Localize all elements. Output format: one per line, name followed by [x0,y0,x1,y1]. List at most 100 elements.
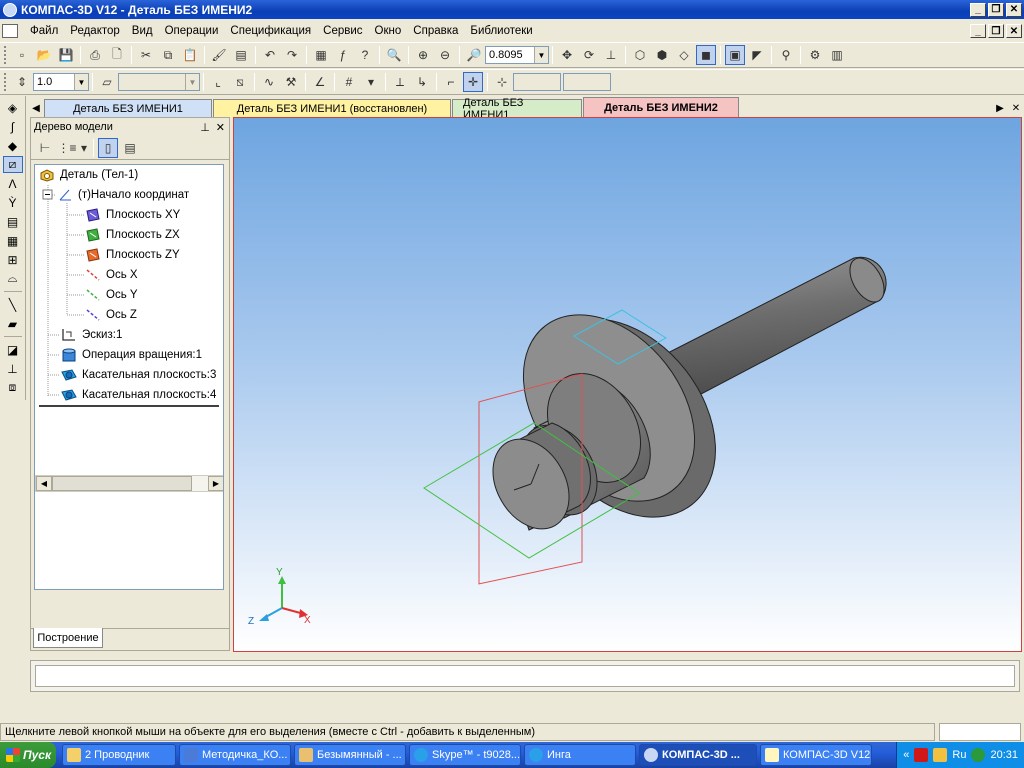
menu-service[interactable]: Сервис [317,25,368,37]
model-view[interactable]: Y X Z [234,118,1022,652]
menu-window[interactable]: Окно [369,25,408,37]
new-icon[interactable]: ▫ [12,45,32,65]
snap-icon[interactable]: ∿ [259,72,279,92]
tree-view-icon[interactable]: ▯ [98,137,118,158]
document-icon[interactable] [2,24,18,38]
chevron-down-icon[interactable]: ▼ [534,47,548,63]
curves-icon[interactable]: ∫ [3,118,23,135]
perspective-icon[interactable]: ◤ [747,45,767,65]
tree-horizontal-scrollbar[interactable]: ◀ ▶ [35,475,223,492]
ortho-icon[interactable]: ∠ [310,72,330,92]
menu-editor[interactable]: Редактор [64,25,126,37]
zoom-combo[interactable]: 0.8095 ▼ [485,46,549,64]
tree-item-tangent-plane-4[interactable]: Касательная плоскость:4 [61,385,216,405]
pin-icon[interactable]: ⊥ [200,121,210,134]
manager-icon[interactable]: ▦ [311,45,331,65]
dimensions-icon[interactable]: Ʌ [3,175,23,192]
round-icon[interactable]: ⌐ [441,72,461,92]
task-kompas-active[interactable]: КОМПАС-3D ... [639,744,757,766]
task-skype[interactable]: Skype™ - t9028... [409,744,521,766]
chevron-down-icon[interactable]: ▼ [74,74,88,90]
orientation-icon[interactable]: ⊥ [601,45,621,65]
open-icon[interactable]: 📂 [34,45,54,65]
grid-dropdown-icon[interactable]: ▾ [361,72,381,92]
arrays-icon[interactable]: ▦ [3,232,23,249]
tree-list-icon[interactable]: ▤ [120,138,140,158]
measure-icon[interactable]: ⊞ [3,251,23,268]
axis-lock-icon[interactable]: ↳ [412,72,432,92]
tree-item-part[interactable]: Деталь (Тел-1) [39,165,138,185]
surfaces-icon[interactable]: ◆ [3,137,23,154]
task-explorer[interactable]: 2 Проводник [62,744,176,766]
undo-icon[interactable]: ↶ [260,45,280,65]
menu-operations[interactable]: Операции [159,25,225,37]
tab-detail-1-restored[interactable]: Деталь БЕЗ ИМЕНИ1 (восстановлен) [213,99,451,117]
scroll-left-icon[interactable]: ◀ [36,476,52,491]
plane-select-icon[interactable]: ⧅ [230,72,250,92]
format-icon[interactable]: 🖌 [209,45,229,65]
task-chat[interactable]: Инга [524,744,636,766]
tab-detail-1-copy[interactable]: Деталь БЕЗ ИМЕНИ1 [452,97,582,121]
tree-item-revolve[interactable]: Операция вращения:1 [61,345,202,365]
sheet-metal-icon[interactable]: ⌓ [3,270,23,287]
scroll-thumb[interactable] [52,476,192,491]
redo-icon[interactable]: ↷ [282,45,302,65]
maximize-button[interactable]: ❐ [988,2,1004,17]
print-icon[interactable]: ⎙ [85,45,105,65]
chevron-down-icon[interactable]: ▾ [79,138,89,158]
tree-item-axis-x[interactable]: Ось X [85,265,138,285]
layer-icon[interactable]: ▱ [97,72,117,92]
tree-item-axis-y[interactable]: Ось Y [85,285,138,305]
start-button[interactable]: Пуск [0,742,56,768]
chevron-down-icon[interactable]: ▼ [185,74,199,90]
properties-area[interactable] [35,665,1015,687]
local-axes-icon[interactable]: ⟂ [390,72,410,92]
snap-cursor-icon[interactable]: ✛ [463,72,483,92]
section-icon[interactable]: ⧈ [3,379,23,396]
tree-item-plane-zy[interactable]: Плоскость ZY [85,245,180,265]
filter-icon[interactable]: ⚲ [776,45,796,65]
coord-y-field[interactable] [563,73,611,91]
coord-x-field[interactable] [513,73,561,91]
step-combo[interactable]: 1.0 ▼ [33,73,89,91]
library-manager-icon[interactable]: ▥ [827,45,847,65]
shield-icon[interactable] [933,748,948,762]
shaded-icon[interactable]: ◼ [696,45,716,65]
paste-icon[interactable]: 📋 [180,45,200,65]
menu-help[interactable]: Справка [407,25,464,37]
snap-settings-icon[interactable]: ⚒ [281,72,301,92]
cut-icon[interactable]: ✂ [136,45,156,65]
rotate-icon[interactable]: ⟳ [579,45,599,65]
variables-icon[interactable]: ƒ [333,45,353,65]
minimize-button[interactable]: _ [970,2,986,17]
menu-file[interactable]: Файл [24,25,64,37]
task-word-doc[interactable]: Методичка_КО... [179,744,291,766]
designations-icon[interactable]: Ỳ [3,194,23,211]
antivirus-icon[interactable] [914,748,929,762]
mirror-icon[interactable]: ◪ [3,341,23,358]
thin-lines-icon[interactable]: ◇ [674,45,694,65]
detail-edit-icon[interactable]: ◈ [3,99,23,116]
hidden-lines-icon[interactable]: ⬢ [652,45,672,65]
tree-item-sketch[interactable]: Эскиз:1 [61,325,122,345]
pan-icon[interactable]: ✥ [557,45,577,65]
coordinates-icon[interactable]: ⊹ [492,72,512,92]
tree-item-plane-zx[interactable]: Плоскость ZX [85,225,180,245]
tab-close-icon[interactable]: ✕ [1008,99,1024,117]
menu-view[interactable]: Вид [126,25,159,37]
3d-viewport[interactable]: Y X Z [233,117,1022,652]
globe-icon[interactable] [971,748,986,762]
preview-icon[interactable]: 🗋 [107,45,127,65]
axis-icon[interactable]: ⊥ [3,360,23,377]
close-icon[interactable]: ✕ [216,121,225,134]
doc-minimize-button[interactable]: _ [970,24,986,38]
step-icon[interactable]: ⇕ [12,72,32,92]
task-paint[interactable]: Безымянный - ... [294,744,406,766]
copy-icon[interactable]: ⧉ [158,45,178,65]
tree-structure-icon[interactable]: ⊢ [35,138,55,158]
aux-geometry-icon[interactable]: ⧄ [2,156,23,173]
tab-construction[interactable]: Построение [33,628,103,648]
scroll-right-icon[interactable]: ▶ [208,476,223,491]
properties-icon[interactable]: ▤ [231,45,251,65]
tab-detail-2[interactable]: Деталь БЕЗ ИМЕНИ2 [583,97,739,117]
